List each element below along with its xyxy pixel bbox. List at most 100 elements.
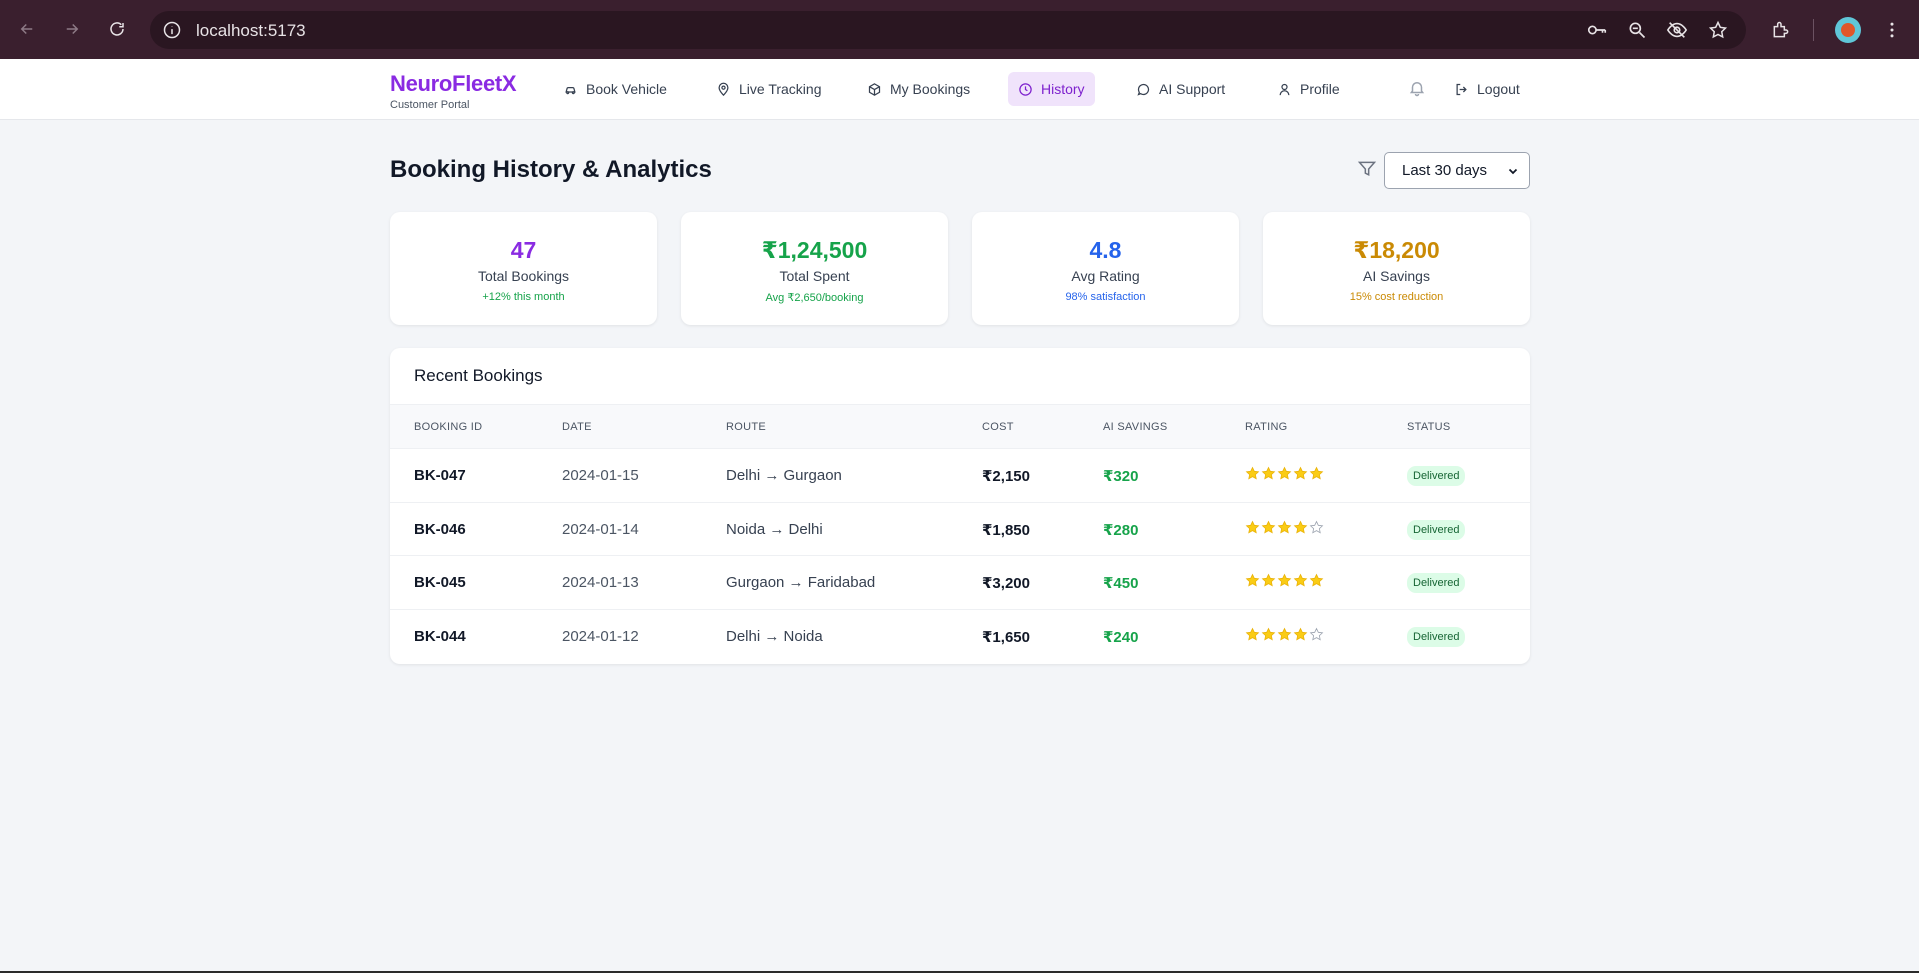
star-filled-icon [1277, 520, 1292, 533]
stat-card-total-spent: ₹1,24,500 Total Spent Avg ₹2,650/booking [681, 212, 948, 325]
logout-label: Logout [1477, 81, 1520, 97]
nav-label: AI Support [1159, 81, 1226, 97]
stat-subtext: +12% this month [482, 291, 565, 303]
column-header: BOOKING ID [414, 421, 483, 433]
nav-label: My Bookings [890, 81, 971, 97]
nav-profile[interactable]: Profile [1267, 72, 1350, 106]
table-header: BOOKING ID DATE ROUTE COST AI SAVINGS RA… [390, 405, 1530, 449]
url-text: localhost:5173 [196, 21, 306, 40]
browser-chrome: localhost:5173 [0, 0, 1919, 59]
star-filled-icon [1261, 573, 1276, 587]
profile-avatar[interactable] [1835, 17, 1861, 43]
booking-date: 2024-01-13 [562, 574, 639, 591]
logout-button[interactable]: Logout [1444, 72, 1530, 106]
star-filled-icon [1309, 466, 1324, 480]
booking-route: Delhi → Gurgaon [726, 467, 842, 484]
filter-icon[interactable] [1357, 159, 1377, 179]
nav-ai-support[interactable]: AI Support [1126, 72, 1235, 106]
star-filled-icon [1293, 466, 1308, 480]
package-icon [868, 82, 881, 96]
booking-cost: ₹1,650 [982, 628, 1030, 646]
brand-logo[interactable]: NeuroFleetX Customer Portal [390, 71, 517, 111]
table-row[interactable]: BK-046 2024-01-14 Noida → Delhi ₹1,850 ₹… [390, 503, 1530, 556]
address-bar[interactable]: localhost:5173 [150, 11, 1746, 49]
stat-subtext: 98% satisfaction [1065, 291, 1146, 303]
status-badge: Delivered [1407, 466, 1466, 486]
booking-id: BK-047 [414, 467, 466, 484]
column-header: ROUTE [726, 421, 766, 433]
reload-icon[interactable] [104, 16, 130, 42]
column-header: DATE [562, 421, 592, 433]
eye-off-icon[interactable] [1665, 18, 1689, 42]
stat-card-avg-rating: 4.8 Avg Rating 98% satisfaction [972, 212, 1239, 325]
booking-cost: ₹3,200 [982, 575, 1030, 592]
star-filled-icon [1277, 573, 1292, 587]
stat-value: ₹18,200 [1353, 237, 1440, 263]
stat-label: Total Bookings [477, 268, 570, 284]
column-header: AI SAVINGS [1103, 421, 1168, 433]
nav-label: Live Tracking [739, 81, 822, 97]
back-icon[interactable] [14, 16, 40, 42]
status-badge: Delivered [1407, 626, 1466, 647]
table-row[interactable]: BK-047 2024-01-15 Delhi → Gurgaon ₹2,150… [390, 449, 1530, 503]
star-filled-icon [1277, 627, 1292, 640]
nav-live-tracking[interactable]: Live Tracking [706, 72, 831, 106]
brand-name: NeuroFleetX [390, 71, 517, 96]
toolbar-divider [1813, 19, 1814, 41]
clock-icon [1019, 82, 1032, 96]
nav-label: History [1041, 81, 1085, 97]
booking-route: Noida → Delhi [726, 520, 823, 538]
page-title: Booking History & Analytics [390, 156, 712, 183]
bookmark-star-icon[interactable] [1706, 18, 1730, 42]
status-badge: Delivered [1407, 573, 1466, 593]
booking-ai-savings: ₹450 [1103, 575, 1139, 592]
extensions-icon[interactable] [1769, 18, 1793, 42]
stat-value: ₹1,24,500 [761, 237, 868, 263]
status-badge: Delivered [1407, 519, 1466, 540]
booking-ai-savings: ₹240 [1103, 628, 1139, 646]
recent-bookings-panel: Recent Bookings BOOKING ID DATE ROUTE CO… [390, 348, 1530, 664]
zoom-icon[interactable] [1625, 18, 1649, 42]
star-filled-icon [1261, 466, 1276, 480]
booking-cost: ₹1,850 [982, 521, 1030, 539]
stat-label: AI Savings [1363, 268, 1430, 284]
booking-route: Delhi → Noida [726, 627, 823, 645]
logout-icon [1456, 83, 1467, 95]
column-header: RATING [1245, 421, 1288, 433]
site-info-icon[interactable] [162, 20, 182, 40]
booking-id: BK-044 [414, 627, 466, 645]
star-filled-icon [1245, 573, 1260, 587]
table-row[interactable]: BK-044 2024-01-12 Delhi → Noida ₹1,650 ₹… [390, 610, 1530, 664]
chat-icon [1137, 83, 1150, 96]
star-filled-icon [1245, 520, 1260, 533]
stat-label: Total Spent [779, 268, 850, 284]
key-icon[interactable] [1585, 18, 1609, 42]
star-empty-icon [1309, 520, 1324, 533]
nav-book-vehicle[interactable]: Book Vehicle [553, 72, 677, 106]
user-icon [1279, 83, 1290, 95]
nav-history[interactable]: History [1008, 72, 1095, 106]
booking-id: BK-045 [414, 574, 466, 591]
rating-stars [1245, 627, 1324, 642]
star-filled-icon [1277, 466, 1292, 480]
app-navbar: NeuroFleetX Customer Portal Book Vehicle… [0, 59, 1919, 120]
table-row[interactable]: BK-045 2024-01-13 Gurgaon → Faridabad ₹3… [390, 556, 1530, 610]
more-menu-icon[interactable] [1880, 18, 1904, 42]
rating-stars [1245, 520, 1324, 535]
chevron-down-icon [1508, 168, 1518, 174]
car-icon [565, 86, 576, 94]
nav-my-bookings[interactable]: My Bookings [857, 72, 980, 106]
bell-icon[interactable] [1408, 79, 1428, 99]
stat-label: Avg Rating [1071, 268, 1140, 284]
booking-ai-savings: ₹320 [1103, 468, 1139, 485]
nav-label: Book Vehicle [586, 81, 667, 97]
stat-value: 47 [510, 237, 537, 263]
date-range-select[interactable]: Last 30 days [1384, 152, 1530, 189]
booking-id: BK-046 [414, 520, 466, 538]
star-filled-icon [1293, 573, 1308, 587]
star-filled-icon [1245, 466, 1260, 480]
stat-value: 4.8 [1089, 237, 1122, 263]
booking-cost: ₹2,150 [982, 468, 1030, 485]
forward-icon[interactable] [59, 16, 85, 42]
stat-subtext: 15% cost reduction [1349, 291, 1444, 303]
